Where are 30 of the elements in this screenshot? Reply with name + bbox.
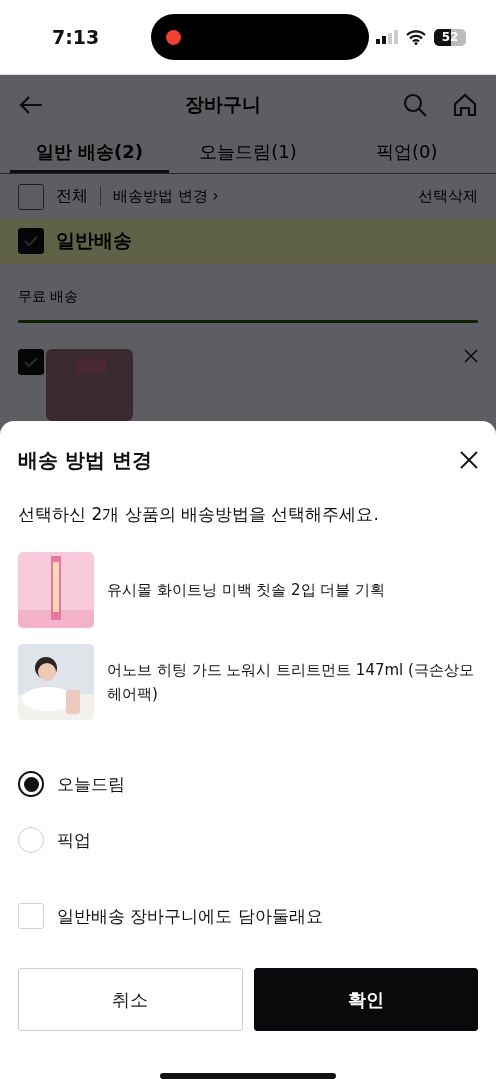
checkbox[interactable] (18, 349, 44, 375)
cancel-button[interactable]: 취소 (18, 968, 243, 1031)
sheet-title: 배송 방법 변경 (18, 446, 152, 474)
wifi-icon (406, 29, 426, 45)
recording-dot-icon (166, 29, 182, 45)
checkbox-label: 일반배송 장바구니에도 담아둘래요 (57, 904, 323, 928)
checkbox[interactable] (18, 183, 44, 210)
checkbox[interactable] (18, 228, 44, 255)
signal-icon (376, 30, 398, 44)
select-all-label: 전체 (56, 186, 88, 208)
clock: 7:13 (52, 26, 100, 48)
page-title: 장바구니 (184, 92, 262, 117)
delete-selected-link[interactable]: 선택삭제 (418, 187, 478, 207)
product-name: 어노브 히팅 가드 노워시 트리트먼트 147ml (극손상모 헤어팩) (107, 660, 475, 705)
tab[interactable]: 일반 배송(2) (10, 135, 169, 173)
close-icon[interactable] (460, 451, 478, 469)
instruction-text: 선택하신 2개 상품의 배송방법을 선택해주세요. (18, 503, 380, 526)
search-icon[interactable] (402, 92, 428, 118)
change-method-link[interactable]: 배송방법 변경 › (100, 187, 219, 207)
tab[interactable]: 픽업(0) (327, 135, 486, 173)
section-title: 일반배송 (56, 228, 132, 254)
tab[interactable]: 오늘드림(1) (168, 135, 328, 173)
back-arrow-icon[interactable] (18, 94, 44, 116)
option-label: 픽업 (57, 828, 91, 852)
free-shipping-label: 무료 배송 (18, 287, 79, 306)
confirm-button[interactable]: 확인 (253, 968, 478, 1031)
radio-button[interactable] (18, 771, 44, 797)
option-label: 오늘드림 (57, 772, 125, 796)
product-name: 유시몰 화이트닝 미백 칫솔 2입 더블 기획 (107, 580, 386, 601)
home-icon[interactable] (452, 92, 478, 118)
